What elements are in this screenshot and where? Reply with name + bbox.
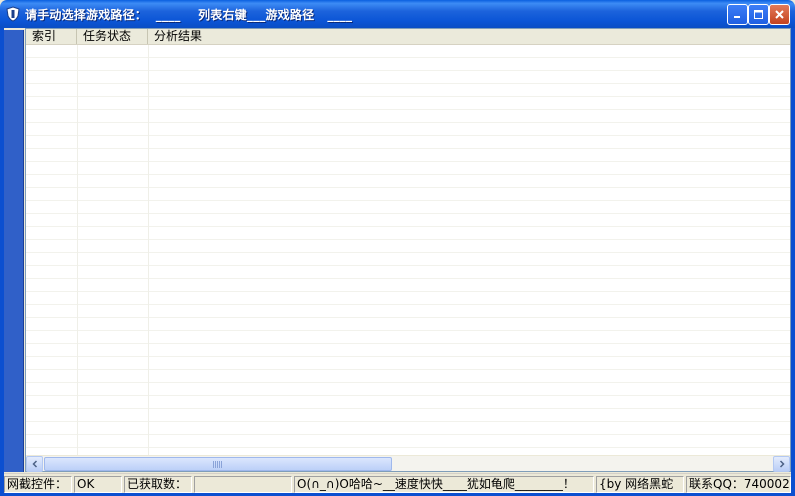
minimize-icon xyxy=(734,16,740,18)
status-value-capture: OK xyxy=(74,476,122,493)
shield-icon xyxy=(6,6,20,22)
title-bar[interactable]: 请手动选择游戏路径： ____ 列表右键___游戏路径 ____ xyxy=(0,0,795,28)
chevron-right-icon xyxy=(779,460,785,468)
close-button[interactable] xyxy=(769,4,790,25)
status-speed-message: O(∩_∩)O哈哈~__速度快快____犹如龟爬________！ xyxy=(294,476,594,493)
scroll-left-button[interactable] xyxy=(26,456,43,472)
grip-icon xyxy=(213,461,223,468)
status-label-capture: 网截控件： xyxy=(4,476,72,493)
window-title: 请手动选择游戏路径： ____ 列表右键___游戏路径 ____ xyxy=(25,8,353,22)
close-icon xyxy=(775,10,784,19)
column-header-result[interactable]: 分析结果 xyxy=(148,29,790,44)
maximize-button[interactable] xyxy=(748,4,769,25)
chevron-left-icon xyxy=(31,460,37,468)
status-bar: 网截控件： OK 已获取数： O(∩_∩)O哈哈~__速度快快____犹如龟爬_… xyxy=(4,473,791,493)
window-frame-right xyxy=(791,28,795,496)
list-header: 索引 任务状态 分析结果 xyxy=(26,29,790,45)
status-label-count: 已获取数： xyxy=(124,476,192,493)
scroll-thumb[interactable] xyxy=(44,457,392,471)
status-contact: 联系QQ：740002600】 xyxy=(686,476,791,493)
status-author: {by 网络黑蛇 xyxy=(596,476,684,493)
column-header-status[interactable]: 任务状态 xyxy=(77,29,148,44)
status-value-count xyxy=(194,476,292,493)
column-header-index[interactable]: 索引 xyxy=(26,29,77,44)
minimize-button[interactable] xyxy=(727,4,748,25)
side-panel xyxy=(4,30,24,472)
task-list[interactable]: 索引 任务状态 分析结果 xyxy=(25,28,791,472)
maximize-icon xyxy=(754,10,763,19)
scroll-right-button[interactable] xyxy=(773,456,790,472)
list-body[interactable] xyxy=(26,45,790,455)
horizontal-scrollbar[interactable] xyxy=(26,455,790,472)
